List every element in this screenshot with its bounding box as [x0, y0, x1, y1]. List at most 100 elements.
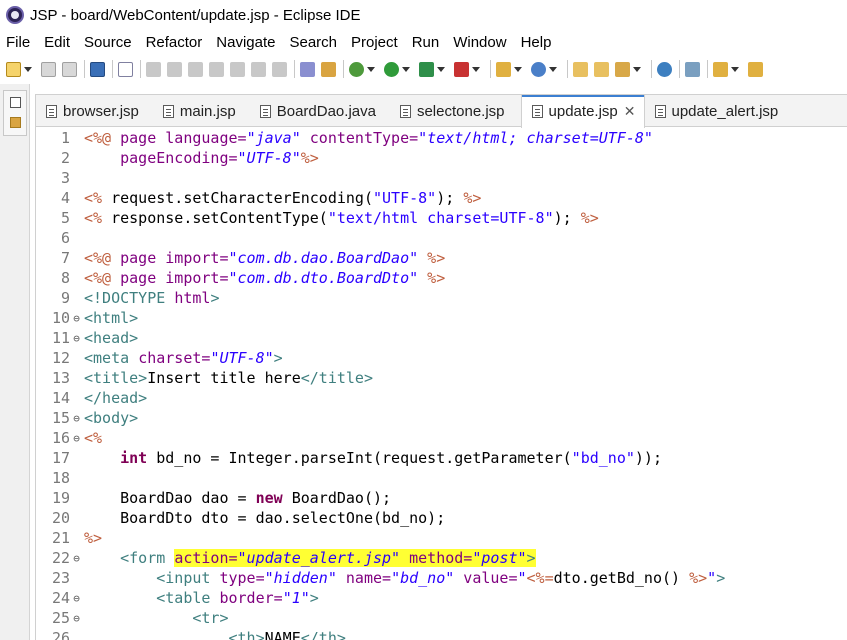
menu-file[interactable]: File [0, 34, 37, 51]
menu-edit[interactable]: Edit [37, 34, 77, 51]
code-editor[interactable]: 1 <%@ page language="java" contentType="t… [36, 128, 847, 640]
resume-icon[interactable] [146, 61, 161, 77]
menu-window[interactable]: Window [446, 34, 513, 51]
menu-project[interactable]: Project [344, 34, 405, 51]
new-project-icon[interactable] [496, 61, 511, 77]
code-line[interactable]: 10 ⊖ <html> [36, 308, 847, 328]
code-line[interactable]: 13 <title>Insert title here</title> [36, 368, 847, 388]
new-class-icon[interactable] [531, 61, 546, 77]
search-icon[interactable] [685, 61, 700, 77]
external-tools-dropdown-icon[interactable] [472, 66, 480, 72]
code-line[interactable]: 20 BoardDto dto = dao.selectOne(bd_no); [36, 508, 847, 528]
show-whitespace-icon[interactable] [300, 61, 315, 77]
code-line[interactable]: 7 <%@ page import="com.db.dao.BoardDao" %… [36, 248, 847, 268]
code-line[interactable]: 14 </head> [36, 388, 847, 408]
step-over-icon[interactable] [251, 61, 266, 77]
tab-update-jsp[interactable]: update.jsp ✕ [520, 95, 645, 128]
toolbar-separator [490, 60, 491, 78]
run-icon[interactable] [384, 61, 399, 77]
menu-search[interactable]: Search [282, 34, 344, 51]
menu-refactor[interactable]: Refactor [139, 34, 210, 51]
edit-icon[interactable] [321, 61, 336, 77]
code-line[interactable]: 4 <% request.setCharacterEncoding("UTF-8"… [36, 188, 847, 208]
code-line[interactable]: 6 [36, 228, 847, 248]
fold-toggle-icon[interactable]: ⊖ [70, 592, 83, 605]
code-line[interactable]: 19 BoardDao dao = new BoardDao(); [36, 488, 847, 508]
code-line[interactable]: 25 ⊖ <tr> [36, 608, 847, 628]
fold-toggle-icon[interactable]: ⊖ [70, 432, 83, 445]
code-line[interactable]: 8 <%@ page import="com.db.dto.BoardDto" %… [36, 268, 847, 288]
pen-dropdown-icon[interactable] [633, 66, 641, 72]
terminate-icon[interactable] [188, 61, 203, 77]
run-server-icon[interactable] [419, 61, 434, 77]
code-token: "bd_no" [391, 569, 455, 587]
menu-run[interactable]: Run [405, 34, 447, 51]
code-line[interactable]: 1 <%@ page language="java" contentType="t… [36, 128, 847, 148]
code-line[interactable]: 9 <!DOCTYPE html> [36, 288, 847, 308]
tab-main-jsp[interactable]: main.jsp [147, 95, 244, 127]
code-line[interactable]: 26 <th>NAME</th> [36, 628, 847, 640]
code-text: <html> [83, 309, 138, 327]
step-return-icon[interactable] [272, 61, 287, 77]
code-line[interactable]: 12 <meta charset="UTF-8"> [36, 348, 847, 368]
suspend-icon[interactable] [167, 61, 182, 77]
disconnect-icon[interactable] [209, 61, 224, 77]
toolbar-separator [140, 60, 141, 78]
package-explorer-icon[interactable] [10, 117, 21, 128]
external-tools-icon[interactable] [454, 61, 469, 77]
new-project-dropdown-icon[interactable] [514, 66, 522, 72]
menu-help[interactable]: Help [514, 34, 559, 51]
menu-navigate[interactable]: Navigate [209, 34, 282, 51]
code-line[interactable]: 24 ⊖ <table border="1"> [36, 588, 847, 608]
code-line[interactable]: 17 int bd_no = Integer.parseInt(request.… [36, 448, 847, 468]
fold-toggle-icon[interactable]: ⊖ [70, 412, 83, 425]
code-line[interactable]: 16 ⊖ <% [36, 428, 847, 448]
globe-icon[interactable] [657, 61, 672, 77]
code-line[interactable]: 18 [36, 468, 847, 488]
save-icon[interactable] [41, 61, 56, 77]
tab-browser-jsp[interactable]: browser.jsp [36, 95, 147, 127]
code-line[interactable]: 15 ⊖ <body> [36, 408, 847, 428]
tab-selectone-jsp[interactable]: selectone.jsp [384, 95, 513, 127]
code-line[interactable]: 3 [36, 168, 847, 188]
code-line[interactable]: 2 pageEncoding="UTF-8"%> [36, 148, 847, 168]
restore-icon[interactable] [10, 97, 21, 108]
fold-toggle-icon[interactable]: ⊖ [70, 332, 83, 345]
code-token: language= [165, 129, 247, 147]
line-number: 14 [51, 389, 70, 407]
code-token: action= [174, 549, 238, 567]
tab-update-alert-jsp[interactable]: update_alert.jsp [645, 95, 787, 127]
pen-icon[interactable] [615, 61, 630, 77]
prev-annotation-icon[interactable] [748, 61, 763, 77]
code-line[interactable]: 21 %> [36, 528, 847, 548]
debug-icon[interactable] [349, 61, 364, 77]
step-into-icon[interactable] [230, 61, 245, 77]
new-class-dropdown-icon[interactable] [549, 66, 557, 72]
code-text: int bd_no = Integer.parseInt(request.get… [83, 449, 662, 467]
open-type-icon[interactable] [573, 61, 588, 77]
fold-toggle-icon[interactable]: ⊖ [70, 612, 83, 625]
code-token: > [716, 569, 726, 587]
next-annotation-icon[interactable] [713, 61, 728, 77]
open-folder-icon[interactable] [594, 61, 609, 77]
debug-dropdown-icon[interactable] [367, 66, 375, 72]
skip-breakpoints-icon[interactable] [118, 61, 133, 77]
run-server-dropdown-icon[interactable] [437, 66, 445, 72]
code-text: BoardDao dao = new BoardDao(); [83, 489, 391, 507]
save-all-icon[interactable] [62, 61, 77, 77]
menu-source[interactable]: Source [77, 34, 139, 51]
terminal-icon[interactable] [90, 61, 105, 77]
code-line[interactable]: 23 <input type="hidden" name="bd_no" val… [36, 568, 847, 588]
close-icon[interactable]: ✕ [624, 103, 636, 120]
new-dropdown-icon[interactable] [24, 66, 32, 72]
fold-toggle-icon[interactable]: ⊖ [70, 312, 83, 325]
next-annotation-dropdown-icon[interactable] [731, 66, 739, 72]
tab-boarddao-java[interactable]: BoardDao.java [244, 95, 384, 127]
new-icon[interactable] [6, 61, 21, 77]
fold-toggle-icon[interactable]: ⊖ [70, 552, 83, 565]
code-line[interactable]: 11 ⊖ <head> [36, 328, 847, 348]
line-number: 6 [60, 229, 70, 247]
code-line[interactable]: 5 <% response.setContentType("text/html c… [36, 208, 847, 228]
code-line[interactable]: 22 ⊖ <form action="update_alert.jsp" meth… [36, 548, 847, 568]
run-dropdown-icon[interactable] [402, 66, 410, 72]
